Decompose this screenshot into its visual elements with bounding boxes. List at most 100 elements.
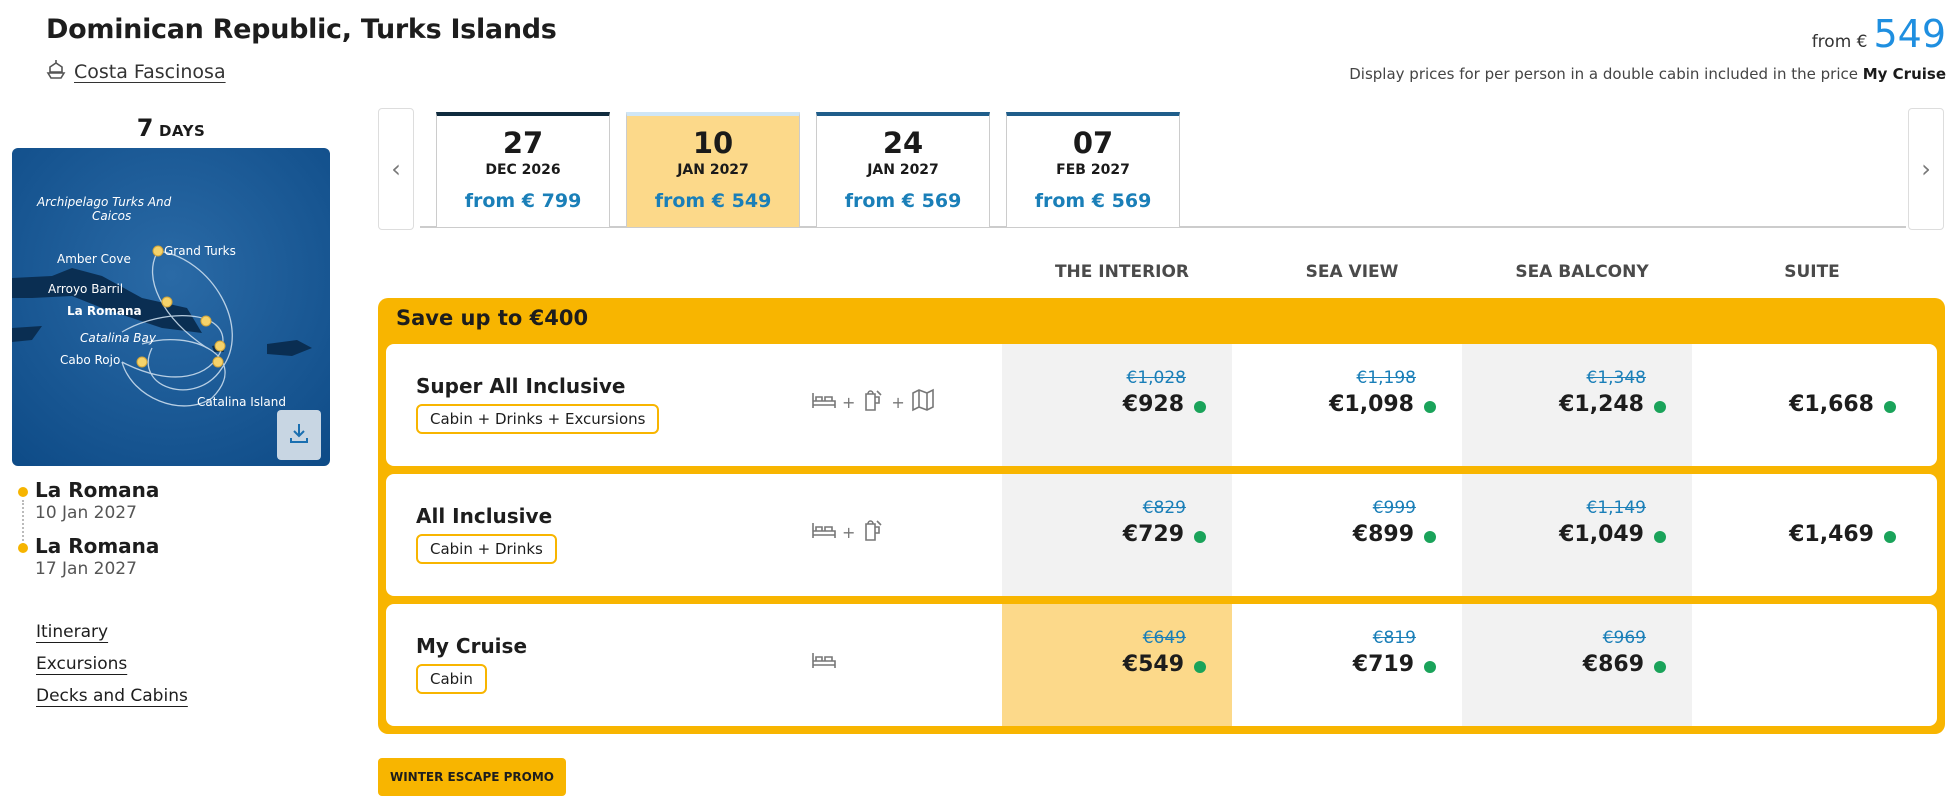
map-label-la-romana: La Romana [67,304,142,318]
fare-icons: + [810,516,887,548]
price-cell[interactable]: €1,198 €1,098 [1232,344,1462,466]
ship-name: Costa Fascinosa [74,60,226,83]
old-price: €1,198 [1356,368,1416,388]
availability-dot [1194,661,1206,673]
ship-link[interactable]: Costa Fascinosa [46,58,226,85]
old-price: €819 [1372,628,1416,648]
column-header-sea-view: SEA VIEW [1305,262,1399,282]
page-title: Dominican Republic, Turks Islands [46,14,557,45]
price-cell[interactable]: €1,149 €1,049 [1462,474,1692,596]
availability-dot [1884,401,1896,413]
fare-name: Super All Inclusive [416,374,626,398]
date-tab-price: from € 569 [844,190,962,212]
price: €1,469 [1789,522,1874,547]
map-label-caicos: Caicos [92,209,131,223]
next-dates-button[interactable]: › [1908,108,1944,230]
price-cell[interactable]: €1,348 €1,248 [1462,344,1692,466]
date-tab-price: from € 799 [464,190,582,212]
ship-icon [46,58,66,85]
date-tab[interactable]: 24 JAN 2027 from € 569 [816,112,990,227]
drinks-icon [859,516,887,548]
price: €729 [1122,522,1184,547]
old-price: €999 [1372,498,1416,518]
column-header-interior: THE INTERIOR [1054,262,1190,282]
old-price: €1,028 [1126,368,1186,388]
price: €1,049 [1559,522,1644,547]
stop-port: La Romana [35,478,160,502]
date-tab-selected[interactable]: 10 JAN 2027 from € 549 [626,112,800,227]
old-price: €969 [1602,628,1646,648]
fare-row-all-inclusive: All Inclusive Cabin + Drinks + €829 €729… [386,474,1937,596]
map-label-grand-turks: Grand Turks [164,244,236,258]
availability-dot [1424,531,1436,543]
cabin-icon [810,646,838,678]
fare-tag: Cabin [416,664,487,694]
date-tab-day: 07 [1072,126,1114,160]
column-header-sea-balcony: SEA BALCONY [1515,262,1649,282]
stop-date: 10 Jan 2027 [35,503,137,523]
availability-dot [1194,401,1206,413]
price-cell[interactable]: €1,028 €928 [1002,344,1232,466]
drinks-icon [859,386,887,418]
prev-dates-button[interactable]: ‹ [378,108,414,230]
old-price: €649 [1142,628,1186,648]
link-decks-cabins[interactable]: Decks and Cabins [36,686,188,706]
price-cell[interactable]: €1,469 [1692,474,1922,596]
old-price: €829 [1142,498,1186,518]
date-tab-day: 10 [692,126,734,160]
price-cell-empty [1692,604,1922,726]
fare-name: My Cruise [416,634,528,658]
price-cell[interactable]: €819 €719 [1232,604,1462,726]
plus-sign: + [842,392,856,412]
price-cell[interactable]: €969 €869 [1462,604,1692,726]
promo-title: Save up to €400 [396,306,589,330]
map-label-arroyo-barril: Arroyo Barril [48,282,123,296]
from-label: from € [1811,32,1868,52]
date-tab-day: 24 [882,126,924,160]
plus-sign: + [842,522,856,542]
map-label-amber-cove: Amber Cove [57,252,131,266]
link-itinerary[interactable]: Itinerary [36,622,188,642]
fare-icons: + + [810,386,937,418]
price-cell-selected[interactable]: €649 €549 [1002,604,1232,726]
date-tab[interactable]: 27 DEC 2026 from € 799 [436,112,610,227]
date-tab-month: JAN 2027 [867,162,939,178]
plus-sign: + [891,392,905,412]
price: €928 [1122,392,1184,417]
from-price-value: 549 [1873,12,1946,56]
map-label-catalina-bay: Catalina Bay [80,331,157,345]
price-note-text: Display prices for per person in a doubl… [1349,65,1863,83]
map-label-cabo-rojo: Cabo Rojo [60,353,120,367]
date-tab-month: DEC 2026 [485,162,561,178]
date-tab[interactable]: 07 FEB 2027 from € 569 [1006,112,1180,227]
stop-dot [18,487,28,497]
price-note: Display prices for per person in a doubl… [1349,65,1946,83]
excursions-map-icon [909,386,937,418]
itinerary-stop: La Romana 10 Jan 2027 [18,478,159,524]
download-icon [287,421,311,449]
price-cell[interactable]: €1,668 [1692,344,1922,466]
cabin-icon [810,386,838,418]
cabin-icon [810,516,838,548]
availability-dot [1884,531,1896,543]
map-download-button[interactable] [277,410,321,460]
fare-name: All Inclusive [416,504,553,528]
duration-unit: DAYS [158,122,206,140]
availability-dot [1654,401,1666,413]
date-tab-month: JAN 2027 [677,162,749,178]
price-cell[interactable]: €829 €729 [1002,474,1232,596]
link-excursions[interactable]: Excursions [36,654,188,674]
chevron-left-icon: ‹ [391,155,401,183]
price: €1,668 [1789,392,1874,417]
price: €719 [1352,652,1414,677]
map-label-archipelago: Archipelago Turks And [36,195,172,209]
map-label-catalina-island: Catalina Island [197,395,286,409]
fare-tag: Cabin + Drinks [416,534,557,564]
stop-dot [18,543,28,553]
stop-port: La Romana [35,534,160,558]
price: €549 [1122,652,1184,677]
price: €1,098 [1329,392,1414,417]
price-cell[interactable]: €999 €899 [1232,474,1462,596]
availability-dot [1194,531,1206,543]
winter-escape-promo-button[interactable]: WINTER ESCAPE PROMO [378,758,566,796]
